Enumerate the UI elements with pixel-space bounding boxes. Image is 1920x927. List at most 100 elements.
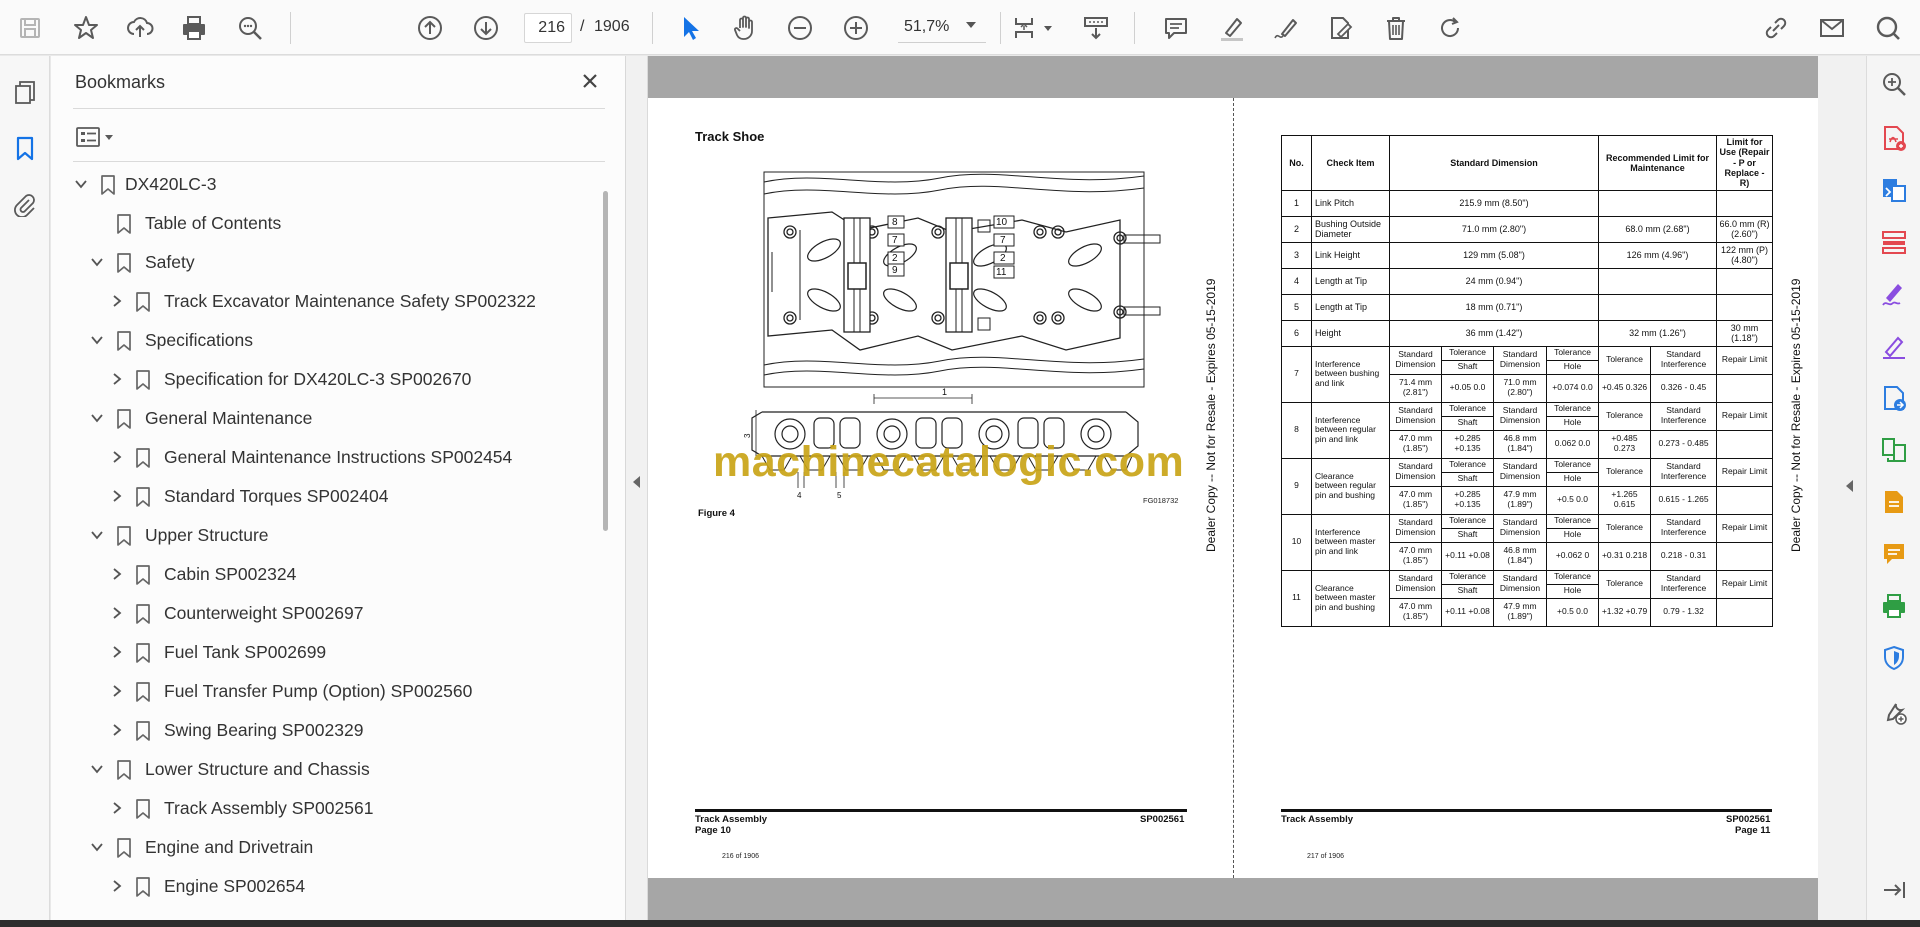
prev-page-icon[interactable] <box>412 10 448 46</box>
sign-icon[interactable] <box>1268 10 1304 46</box>
bookmark-item[interactable]: Fuel Transfer Pump (Option) SP002560 <box>51 673 601 709</box>
fill-sign-icon[interactable] <box>1322 10 1358 46</box>
rotate-icon[interactable] <box>1432 10 1468 46</box>
collapse-left-icon[interactable] <box>633 476 640 488</box>
page-number-input[interactable]: 216 <box>524 13 572 43</box>
bookmark-scrollbar[interactable] <box>603 191 608 531</box>
chevron-right-icon[interactable] <box>109 722 125 738</box>
print-icon[interactable] <box>176 10 212 46</box>
chevron-right-icon[interactable] <box>109 800 125 816</box>
add-comment-icon[interactable] <box>1878 538 1910 570</box>
bookmark-item[interactable]: General Maintenance <box>51 400 601 436</box>
bookmark-item[interactable]: Cabin SP002324 <box>51 556 601 592</box>
bookmark-label: Safety <box>145 252 195 272</box>
bookmark-options-button[interactable] <box>75 122 119 152</box>
select-arrow-icon[interactable] <box>672 10 708 46</box>
table-cell: +1.32 +0.79 <box>1598 597 1652 627</box>
chevron-down-icon[interactable] <box>89 839 105 855</box>
stamp-icon[interactable] <box>1878 486 1910 518</box>
chevron-right-icon[interactable] <box>109 371 125 387</box>
bookmark-item[interactable]: DX420LC-3 <box>51 166 601 202</box>
chevron-right-icon[interactable] <box>109 293 125 309</box>
print-production-icon[interactable] <box>1878 590 1910 622</box>
chevron-down-icon[interactable] <box>89 761 105 777</box>
next-page-icon[interactable] <box>468 10 504 46</box>
zoom-level-select[interactable]: 51,7% <box>898 13 986 43</box>
expand-icon[interactable] <box>1878 874 1910 906</box>
tools-rail <box>1866 56 1920 920</box>
bookmark-item[interactable]: Specification for DX420LC-3 SP002670 <box>51 361 601 397</box>
more-tools-icon[interactable] <box>1878 696 1910 728</box>
save-icon[interactable] <box>12 10 48 46</box>
chevron-down-icon[interactable] <box>89 527 105 543</box>
chevron-down-icon[interactable] <box>966 22 976 28</box>
export-pdf-icon[interactable] <box>1878 122 1910 154</box>
zoom-out-icon[interactable] <box>782 10 818 46</box>
right-panel-collapse-handle[interactable] <box>1818 56 1866 920</box>
chevron-down-icon[interactable] <box>1044 26 1052 31</box>
chevron-right-icon[interactable] <box>109 683 125 699</box>
bookmark-item[interactable]: Safety <box>51 244 601 280</box>
expand-tools-icon[interactable] <box>1846 480 1853 492</box>
create-pdf-icon[interactable] <box>1878 174 1910 206</box>
delete-icon[interactable] <box>1378 10 1414 46</box>
bookmark-panel-icon[interactable] <box>10 133 40 163</box>
star-icon[interactable] <box>68 10 104 46</box>
bookmark-item[interactable]: Standard Torques SP002404 <box>51 478 601 514</box>
page-fit-icon[interactable] <box>1006 10 1042 46</box>
account-icon[interactable] <box>1870 10 1906 46</box>
attachment-icon[interactable] <box>10 189 40 219</box>
chevron-right-icon[interactable] <box>109 878 125 894</box>
chevron-down-icon[interactable] <box>89 254 105 270</box>
bookmark-label: Standard Torques SP002404 <box>164 486 389 506</box>
chevron-right-icon[interactable] <box>109 566 125 582</box>
chevron-right-icon[interactable] <box>109 605 125 621</box>
callout-8: 8 <box>892 217 898 228</box>
bookmark-item[interactable]: Counterweight SP002697 <box>51 595 601 631</box>
bookmark-item[interactable]: Swing Bearing SP002329 <box>51 712 601 748</box>
footer-rule-right <box>1281 809 1772 812</box>
bookmark-item[interactable]: Engine SP002654 <box>51 868 601 904</box>
page-thumbnails-icon[interactable] <box>10 77 40 107</box>
bookmark-item[interactable]: Lower Structure and Chassis <box>51 751 601 787</box>
export-icon[interactable] <box>1878 382 1910 414</box>
zoom-in-icon[interactable] <box>838 10 874 46</box>
table-cell: Standard Dimension <box>1389 569 1442 599</box>
upload-icon[interactable] <box>122 10 158 46</box>
highlight-icon[interactable] <box>1214 10 1250 46</box>
mail-icon[interactable] <box>1814 10 1850 46</box>
bookmark-icon <box>136 799 150 819</box>
chevron-down-icon[interactable] <box>89 410 105 426</box>
footer-page-left: Page 10 <box>695 825 731 836</box>
chevron-right-icon[interactable] <box>109 488 125 504</box>
bookmark-item[interactable]: Upper Structure <box>51 517 601 553</box>
bookmark-item[interactable]: Table of Contents <box>51 205 601 241</box>
organize-pages-icon[interactable] <box>1878 226 1910 258</box>
bookmark-item[interactable]: General Maintenance Instructions SP00245… <box>51 439 601 475</box>
bookmark-label: Counterweight SP002697 <box>164 603 364 623</box>
bookmark-item[interactable]: Specifications <box>51 322 601 358</box>
compare-icon[interactable] <box>1878 434 1910 466</box>
table-cell: Standard Interference <box>1650 401 1718 431</box>
close-icon[interactable] <box>577 68 603 94</box>
bookmark-item[interactable]: Track Excavator Maintenance Safety SP002… <box>51 283 601 319</box>
bookmark-item[interactable]: Fuel Tank SP002699 <box>51 634 601 670</box>
comment-icon[interactable] <box>1158 10 1194 46</box>
share-link-icon[interactable] <box>1758 10 1794 46</box>
scroll-mode-icon[interactable] <box>1078 10 1114 46</box>
bookmark-icon <box>136 604 150 624</box>
left-panel-collapse-handle[interactable] <box>626 56 648 920</box>
chevron-down-icon[interactable] <box>73 176 89 192</box>
table-cell: +0.485 0.273 <box>1598 429 1652 459</box>
find-icon[interactable] <box>232 10 268 46</box>
chevron-right-icon[interactable] <box>109 449 125 465</box>
zoom-search-icon[interactable] <box>1878 68 1910 100</box>
hand-icon[interactable] <box>727 10 763 46</box>
chevron-down-icon[interactable] <box>89 332 105 348</box>
fill-sign-tool-icon[interactable] <box>1878 278 1910 310</box>
bookmark-item[interactable]: Track Assembly SP002561 <box>51 790 601 826</box>
chevron-right-icon[interactable] <box>109 644 125 660</box>
protect-icon[interactable] <box>1878 642 1910 674</box>
edit-pdf-icon[interactable] <box>1878 330 1910 362</box>
bookmark-item[interactable]: Engine and Drivetrain <box>51 829 601 865</box>
